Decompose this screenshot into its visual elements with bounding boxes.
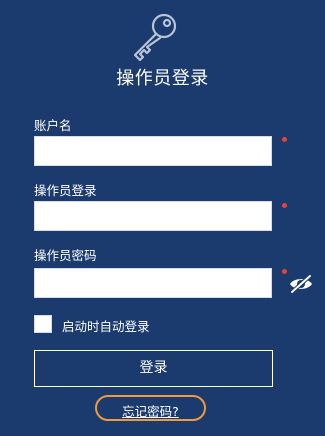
- auto-login-checkbox[interactable]: [34, 315, 52, 333]
- key-icon: [133, 13, 177, 62]
- page-title: 操作员登录: [116, 68, 209, 89]
- password-input[interactable]: [34, 268, 272, 298]
- operator-label: 操作员登录: [34, 183, 97, 198]
- account-input[interactable]: [34, 136, 272, 166]
- operator-input[interactable]: [34, 201, 272, 231]
- forgot-password-highlight: 忘记密码?: [95, 395, 206, 421]
- auto-login-label: 启动时自动登录: [62, 319, 150, 334]
- password-required-indicator: [282, 269, 287, 274]
- account-label: 账户名: [34, 118, 72, 133]
- operator-required-indicator: [282, 203, 287, 208]
- eye-slash-icon[interactable]: [288, 274, 314, 294]
- password-label: 操作员密码: [34, 248, 97, 263]
- login-button[interactable]: 登录: [34, 350, 273, 387]
- account-required-indicator: [282, 137, 287, 142]
- forgot-password-link[interactable]: 忘记密码?: [97, 401, 204, 420]
